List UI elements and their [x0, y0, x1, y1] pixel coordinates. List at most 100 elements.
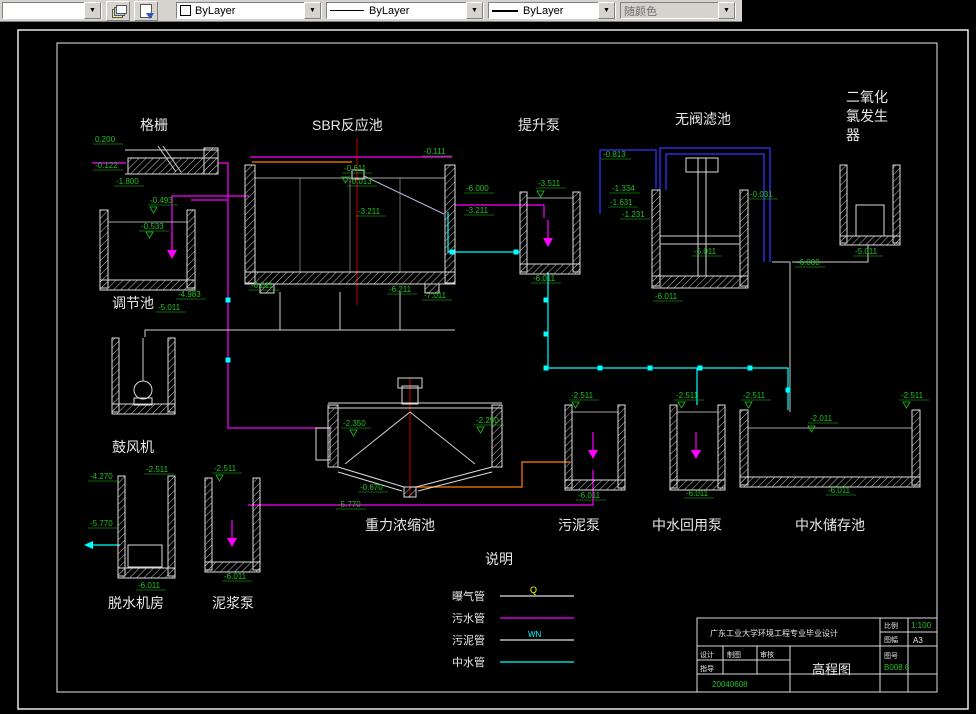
- elevation-text: -1.800: [116, 177, 139, 186]
- pipe-fitting-icon: [543, 365, 549, 371]
- water-level-icon: [476, 426, 485, 434]
- elevation-text: -0.533: [141, 222, 164, 231]
- elevation-text: -6.211: [389, 285, 412, 294]
- elevation-text: -0.031: [750, 190, 773, 199]
- titleblock-scale-value: 1:100: [911, 621, 932, 630]
- color-value: ByLayer: [195, 4, 236, 17]
- elevation-text: -5.770: [338, 500, 361, 509]
- legend-tag: WN: [528, 630, 542, 639]
- layer-manager-button[interactable]: [106, 0, 130, 21]
- elevation-text: -5.011: [694, 247, 717, 256]
- elevation-text: -0.611: [344, 164, 367, 173]
- titleblock-number-label: 图号: [884, 652, 898, 660]
- elevation-text: 0.200: [95, 135, 116, 144]
- titleblock-scale-label: 比例: [884, 621, 898, 630]
- linetype-value: ByLayer: [369, 4, 410, 17]
- elevation-text: -1.334: [612, 184, 635, 193]
- properties-toolbar: ▼ ByLayer ▼ ByLayer ▼ ByLayer ▼ 随颜色 ▼: [0, 0, 742, 22]
- label-blower: 鼓风机: [112, 439, 154, 455]
- chevron-down-icon[interactable]: ▼: [466, 2, 483, 19]
- pipe-fitting-icon: [785, 387, 791, 393]
- pipe-fitting-icon: [225, 357, 231, 363]
- gravity-thickener: [315, 377, 503, 498]
- elevation-text: -3.511: [538, 179, 561, 188]
- pipe-fitting-icon: [543, 297, 549, 303]
- water-level-icon: [571, 401, 580, 409]
- drawing-canvas[interactable]: 格栅 SBR反应池 提升泵 无阀滤池 二氧化 氯发生 器 调节池 鼓风机 重力浓…: [0, 0, 976, 714]
- label-filter: 无阀滤池: [675, 111, 731, 127]
- layer-previous-icon: [140, 3, 154, 19]
- label-generator-2: 氯发生: [846, 108, 888, 124]
- elevation-text: -6.000: [797, 258, 820, 267]
- legend-item-label: 中水管: [452, 655, 485, 669]
- elevation-text: -1.631: [610, 198, 633, 207]
- elevation-text: -1.231: [622, 210, 645, 219]
- titleblock-size-label: 图幅: [884, 635, 898, 644]
- chlorine-generator: [839, 164, 901, 246]
- elevation-text: -6.011: [828, 486, 851, 495]
- water-level-icon: [807, 425, 816, 433]
- label-dewatering: 脱水机房: [108, 595, 164, 611]
- water-level-icon: [349, 429, 358, 437]
- elevation-text: -6.011: [686, 489, 709, 498]
- titleblock-drawing-title: 高程图: [812, 662, 851, 677]
- elevation-text: -3.211: [358, 207, 381, 216]
- titleblock-cell: 设计: [700, 650, 714, 659]
- reuse-pump-tank: [669, 404, 726, 491]
- pipe-fitting-icon: [697, 365, 703, 371]
- label-thickener: 重力浓缩池: [365, 517, 435, 533]
- elevation-text: -2.350: [343, 419, 366, 428]
- color-dropdown[interactable]: ByLayer ▼: [176, 2, 322, 19]
- label-generator-1: 二氧化: [846, 89, 888, 105]
- elevation-text: -2.511: [571, 391, 594, 400]
- chevron-down-icon[interactable]: ▼: [598, 2, 615, 19]
- titleblock-number-value: B008.6: [884, 663, 910, 672]
- elevation-text: -2.511: [676, 391, 699, 400]
- elevation-text: -2.511: [146, 465, 169, 474]
- elevation-text: -0.493: [150, 196, 173, 205]
- fitting-markers: [145, 176, 911, 482]
- elevation-text: -4.983: [178, 290, 201, 299]
- pipe-fitting-icon: [543, 331, 549, 337]
- label-regulating: 调节池: [112, 295, 154, 311]
- layer-previous-button[interactable]: [134, 0, 158, 21]
- titleblock-date: 20040608: [712, 680, 748, 689]
- plotstyle-dropdown: 随颜色 ▼: [620, 2, 736, 19]
- elevation-text: -0.813: [603, 150, 626, 159]
- elevation-text: -5.011: [855, 247, 878, 256]
- legend-title: 说明: [485, 551, 513, 567]
- elevation-text: -0.013: [349, 177, 372, 186]
- linetype-dropdown[interactable]: ByLayer ▼: [326, 2, 484, 19]
- elevation-text: -2.011: [810, 414, 833, 423]
- water-level-icon: [902, 401, 911, 409]
- elevation-text: -6.011: [138, 581, 161, 590]
- label-generator-3: 器: [846, 127, 860, 143]
- titleblock-project: 广东工业大学环境工程专业毕业设计: [710, 628, 838, 638]
- legend-item-label: 曝气管: [452, 589, 485, 603]
- chevron-down-icon[interactable]: ▼: [84, 2, 101, 19]
- pipe-fitting-icon: [513, 249, 519, 255]
- lineweight-sample-icon: [492, 9, 518, 12]
- color-swatch: [180, 5, 191, 16]
- chevron-down-icon[interactable]: ▼: [304, 2, 321, 19]
- inner-frame: [56, 42, 938, 693]
- layer-control-dropdown[interactable]: ▼: [2, 2, 102, 19]
- equipment-labels: 格栅 SBR反应池 提升泵 无阀滤池 二氧化 氯发生 器 调节池 鼓风机 重力浓…: [108, 89, 888, 611]
- elevation-text: -2.511: [901, 391, 924, 400]
- elevation-text: -7.011: [424, 291, 447, 300]
- water-level-icon: [536, 190, 545, 198]
- label-mud-pump: 泥浆泵: [212, 595, 254, 611]
- titleblock-size-value: A3: [913, 636, 923, 645]
- label-sbr: SBR反应池: [312, 117, 383, 133]
- label-lift: 提升泵: [518, 117, 560, 133]
- sludge-pump-tank: [564, 404, 626, 491]
- linetype-sample-icon: [330, 10, 364, 11]
- elevation-text: -5.770: [90, 519, 113, 528]
- lineweight-dropdown[interactable]: ByLayer ▼: [488, 2, 616, 19]
- elevation-text: -0.111: [424, 147, 446, 156]
- water-level-icon: [677, 401, 686, 409]
- blower-structure: [111, 337, 176, 415]
- flow-arrow-icon: [84, 541, 93, 549]
- elevation-text: -0.670: [360, 483, 383, 492]
- water-level-icon: [149, 206, 158, 214]
